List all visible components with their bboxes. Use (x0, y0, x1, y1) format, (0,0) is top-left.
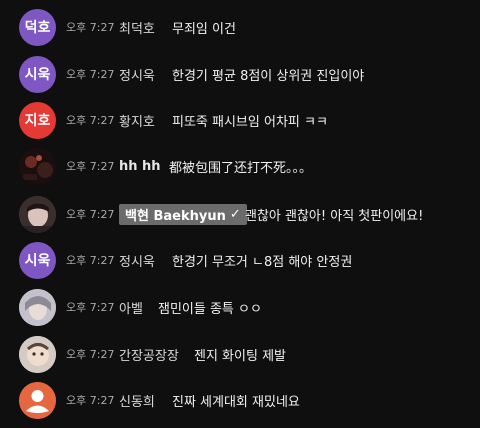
avatar-initials: 덕호 (24, 20, 51, 36)
chat-message: 지호 오후 7:27 황지호 피또죽 패시브임 어차피 ㅋㅋ (0, 101, 480, 139)
avatar-image-icon (19, 147, 56, 185)
timestamp: 오후 7:27 (66, 114, 115, 127)
avatar-image-icon (19, 335, 56, 373)
avatar-initials: 시욱 (24, 253, 51, 269)
author-name[interactable]: 정시욱 (119, 251, 155, 270)
message-text: 피또죽 패시브임 어차피 ㅋㅋ (172, 114, 328, 130)
live-chat-list: 덕호 오후 7:27 최덕호 무죄임 이건 시욱 오후 7:27 정시욱 한경기… (0, 0, 480, 428)
message-text: 무죄임 이건 (172, 21, 236, 37)
person-icon (19, 381, 56, 419)
timestamp: 오후 7:27 (66, 301, 115, 314)
timestamp: 오후 7:27 (66, 348, 115, 361)
verified-check-icon: ✓ (229, 206, 241, 222)
avatar-image-icon (19, 195, 56, 233)
message-text: 젠지 화이팅 제발 (194, 348, 286, 364)
owner-badge[interactable]: 백현 Baekhyun ✓ (119, 203, 247, 225)
message-text: 괜찮아 괜찮아! 아직 첫판이에요! (245, 208, 424, 224)
author-name[interactable]: 신동희 (119, 391, 155, 410)
author-name[interactable]: 황지호 (119, 111, 155, 130)
avatar-photo[interactable] (19, 288, 56, 326)
avatar-photo[interactable] (19, 147, 56, 185)
avatar[interactable]: 덕호 (19, 8, 56, 46)
chat-message: 덕호 오후 7:27 최덕호 무죄임 이건 (0, 8, 480, 46)
timestamp: 오후 7:27 (66, 160, 115, 173)
message-text: 한경기 평균 8점이 상위권 진입이야 (172, 68, 365, 84)
avatar[interactable]: 시욱 (19, 55, 56, 93)
chat-message: 시욱 오후 7:27 정시욱 한경기 무조거 ㄴ8점 해야 안정권 (0, 241, 480, 279)
avatar[interactable]: 시욱 (19, 241, 56, 279)
author-name[interactable]: 정시욱 (119, 65, 155, 84)
avatar-initials: 지호 (24, 113, 51, 129)
chat-message: 오후 7:27 hh hh 都被包围了还打不死。。。 (0, 147, 480, 185)
chat-message: 오후 7:27 간장공장장 젠지 화이팅 제발 (0, 335, 480, 373)
timestamp: 오후 7:27 (66, 394, 115, 407)
avatar[interactable]: 지호 (19, 101, 56, 139)
avatar-default[interactable] (19, 381, 56, 419)
timestamp: 오후 7:27 (66, 68, 115, 81)
chat-message: 오후 7:27 백현 Baekhyun ✓ 괜찮아 괜찮아! 아직 첫판이에요! (0, 195, 480, 233)
avatar-photo[interactable] (19, 335, 56, 373)
chat-message: 오후 7:27 아벨 잼민이들 종특 ㅇㅇ (0, 288, 480, 326)
message-text: 都被包围了还打不死。。。 (169, 160, 313, 176)
avatar-photo[interactable] (19, 195, 56, 233)
message-text: 잼민이들 종특 ㅇㅇ (158, 301, 262, 317)
chat-message: 오후 7:27 신동희 진짜 세계대회 재밌네요 (0, 381, 480, 419)
avatar-image-icon (19, 288, 56, 326)
chat-message: 시욱 오후 7:27 정시욱 한경기 평균 8점이 상위권 진입이야 (0, 55, 480, 93)
author-name[interactable]: 아벨 (119, 298, 143, 317)
message-text: 한경기 무조거 ㄴ8점 해야 안정권 (172, 254, 353, 270)
timestamp: 오후 7:27 (66, 21, 115, 34)
timestamp: 오후 7:27 (66, 254, 115, 267)
timestamp: 오후 7:27 (66, 208, 115, 221)
message-text: 진짜 세계대회 재밌네요 (172, 394, 300, 410)
avatar-initials: 시욱 (24, 67, 51, 83)
author-name[interactable]: hh hh (119, 159, 161, 174)
author-name: 백현 Baekhyun (125, 208, 226, 224)
author-name[interactable]: 최덕호 (119, 18, 155, 37)
author-name[interactable]: 간장공장장 (119, 345, 179, 364)
